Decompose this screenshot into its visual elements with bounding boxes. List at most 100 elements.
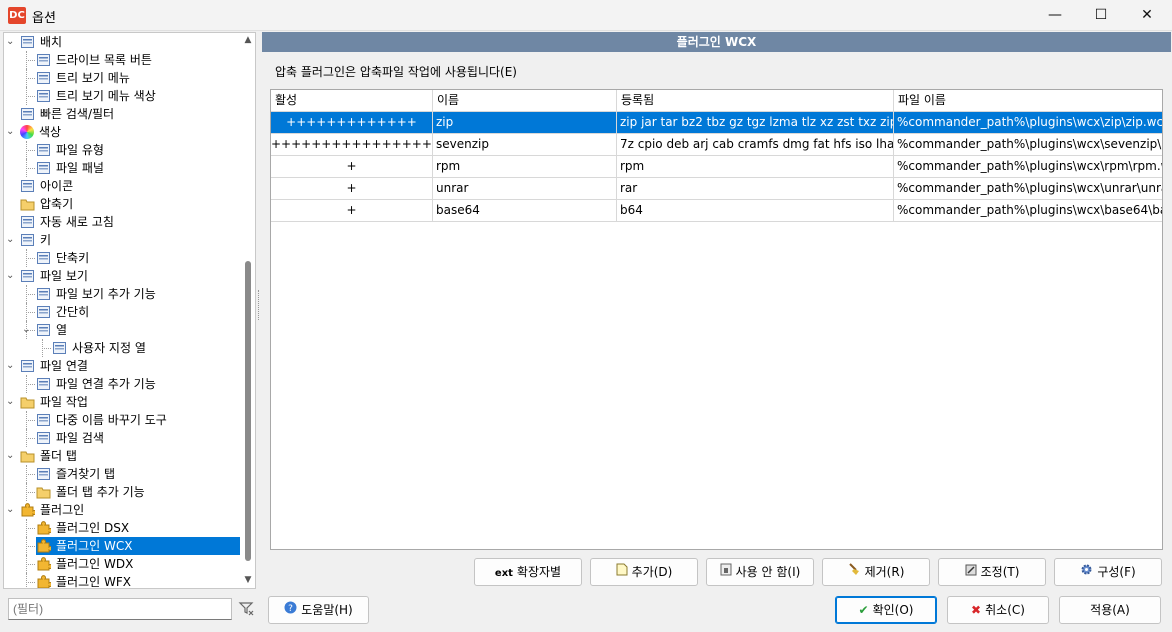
- table-row[interactable]: + unrar rar %commander_path%\plugins\wcx\un…: [271, 178, 1162, 200]
- keyboard-icon: [20, 233, 35, 247]
- tree-item-label: 배치: [40, 35, 63, 49]
- tree-menu-icon: [36, 71, 51, 85]
- filter-input[interactable]: [8, 598, 232, 620]
- tree-item[interactable]: 트리 보기 메뉴: [36, 69, 132, 87]
- table-cell: +++++++++++++: [271, 112, 433, 134]
- folder-tabs-icon: [20, 449, 35, 463]
- table-row[interactable]: +++++++++++++ zip zip jar tar bz2 tbz gz t…: [271, 112, 1162, 134]
- tree-connector: [26, 555, 27, 573]
- expand-chevron-icon[interactable]: ⌄: [6, 127, 16, 137]
- tree-item-label: 파일 유형: [56, 143, 104, 157]
- configure-button[interactable]: 구성(F): [1054, 558, 1162, 586]
- expand-chevron-icon[interactable]: ⌄: [6, 361, 16, 371]
- tree-item[interactable]: 파일 작업: [20, 393, 90, 411]
- files-view-icon: [20, 269, 35, 283]
- minimize-button[interactable]: —: [1032, 0, 1078, 31]
- tree-item[interactable]: 플러그인 WCX: [36, 537, 240, 555]
- tree-scrollbar[interactable]: ▲ ▼: [241, 33, 255, 588]
- tree-item[interactable]: 다중 이름 바꾸기 도구: [36, 411, 169, 429]
- tree-item[interactable]: 파일 검색: [36, 429, 106, 447]
- expand-chevron-icon[interactable]: ⌄: [6, 235, 16, 245]
- cancel-button[interactable]: ✖ 취소(C): [947, 596, 1049, 624]
- tree-item[interactable]: 열: [36, 321, 69, 339]
- tree-item-label: 단축키: [56, 251, 90, 265]
- tree-item-label: 즐겨찾기 탭: [56, 467, 116, 481]
- tree-item[interactable]: 색상: [20, 123, 63, 141]
- custom-columns-icon: [52, 341, 67, 355]
- tree-item[interactable]: 즐겨찾기 탭: [36, 465, 117, 483]
- tree-connector: [26, 483, 27, 501]
- options-tree[interactable]: ▲ ▼ ⌄ 배치드라이브 목록 버튼트리 보기 메뉴트리 보기 메뉴 색상 빠른 검…: [3, 32, 256, 589]
- cross-icon: ✖: [971, 603, 982, 617]
- tree-item[interactable]: 자동 새로 고침: [20, 213, 116, 231]
- tree-connector: [26, 420, 35, 421]
- expand-chevron-icon[interactable]: ⌄: [6, 451, 16, 461]
- tree-item-label: 파일 연결 추가 기능: [56, 377, 156, 391]
- table-row[interactable]: + base64 b64 %commander_path%\plugins\wcx\b…: [271, 200, 1162, 222]
- plugin-dsx-icon: [36, 521, 53, 535]
- table-row[interactable]: + rpm rpm %commander_path%\plugins\wcx\rpm\…: [271, 156, 1162, 178]
- tree-item[interactable]: 트리 보기 메뉴 색상: [36, 87, 158, 105]
- tree-item[interactable]: 드라이브 목록 버튼: [36, 51, 154, 69]
- table-cell: +: [271, 178, 433, 200]
- by-extension-button[interactable]: ext 확장자별: [474, 558, 582, 586]
- tree-item[interactable]: 파일 연결 추가 기능: [36, 375, 158, 393]
- tree-item[interactable]: 단축키: [36, 249, 91, 267]
- expand-chevron-icon[interactable]: ⌄: [6, 397, 16, 407]
- tree-item[interactable]: 빠른 검색/필터: [20, 105, 116, 123]
- scroll-up-arrow-icon[interactable]: ▲: [243, 35, 253, 45]
- tree-item[interactable]: 파일 패널: [36, 159, 106, 177]
- tree-item[interactable]: 폴더 탭: [20, 447, 79, 465]
- add-button[interactable]: 추가(D): [590, 558, 698, 586]
- plugin-grid[interactable]: 활성 이름 등록됨 파일 이름 +++++++++++++ zip zip jar tar …: [270, 89, 1163, 550]
- tree-connector: [26, 87, 27, 105]
- tweak-button[interactable]: 조정(T): [938, 558, 1046, 586]
- tree-item[interactable]: 간단히: [36, 303, 91, 321]
- tree-item[interactable]: 파일 유형: [36, 141, 106, 159]
- tree-item[interactable]: 파일 보기: [20, 267, 90, 285]
- tree-item[interactable]: 플러그인 WFX: [36, 573, 133, 588]
- table-cell: zip jar tar bz2 tbz gz tgz lzma tlz xz z…: [617, 112, 894, 134]
- table-row[interactable]: ++++++++++++++++++++sevenzip7z cpio deb …: [271, 134, 1162, 156]
- tree-connector: [26, 294, 35, 295]
- tree-connector: [26, 528, 35, 529]
- add-file-icon: [616, 559, 628, 585]
- hotkeys-icon: [36, 251, 51, 265]
- help-button[interactable]: ? 도움말(H): [268, 596, 369, 624]
- tree-item[interactable]: 파일 보기 추가 기능: [36, 285, 158, 303]
- tree-item-label: 파일 보기 추가 기능: [56, 287, 156, 301]
- tree-item[interactable]: 플러그인 DSX: [36, 519, 131, 537]
- close-button[interactable]: ✕: [1124, 0, 1170, 31]
- tree-item[interactable]: 플러그인: [20, 501, 86, 519]
- grid-header-row[interactable]: 활성 이름 등록됨 파일 이름: [271, 90, 1162, 112]
- tree-connector: [26, 303, 27, 321]
- expand-chevron-icon[interactable]: ⌄: [6, 37, 16, 47]
- tree-item[interactable]: 폴더 탭 추가 기능: [36, 483, 147, 501]
- tree-item-label: 트리 보기 메뉴: [56, 71, 130, 85]
- tree-item[interactable]: 배치: [20, 33, 64, 51]
- tree-item[interactable]: 플러그인 WDX: [36, 555, 135, 573]
- tree-connector: [26, 258, 35, 259]
- expand-chevron-icon[interactable]: ⌄: [22, 325, 32, 335]
- clear-filter-icon[interactable]: [237, 600, 255, 618]
- maximize-button[interactable]: ☐: [1078, 0, 1124, 31]
- tree-item[interactable]: 사용자 지정 열: [52, 339, 148, 357]
- disable-button[interactable]: 사용 안 함(I): [706, 558, 814, 586]
- tree-item[interactable]: 압축기: [20, 195, 75, 213]
- scrollbar-thumb[interactable]: [245, 261, 251, 561]
- tree-item[interactable]: 키: [20, 231, 53, 249]
- remove-button[interactable]: 제거(R): [822, 558, 930, 586]
- panel-splitter[interactable]: [258, 290, 260, 320]
- tree-item[interactable]: 아이콘: [20, 177, 75, 195]
- tree-item-label: 사용자 지정 열: [72, 341, 146, 355]
- expand-chevron-icon[interactable]: ⌄: [6, 505, 16, 515]
- table-cell: rar: [617, 178, 894, 200]
- tree-item[interactable]: 파일 연결: [20, 357, 90, 375]
- table-cell: b64: [617, 200, 894, 222]
- scroll-down-arrow-icon[interactable]: ▼: [243, 575, 253, 585]
- apply-button[interactable]: 적용(A): [1059, 596, 1161, 624]
- checkmark-icon: ✔: [858, 603, 869, 617]
- expand-chevron-icon[interactable]: ⌄: [6, 271, 16, 281]
- tree-item-label: 드라이브 목록 버튼: [56, 53, 152, 67]
- ok-button[interactable]: ✔ 확인(O): [835, 596, 937, 624]
